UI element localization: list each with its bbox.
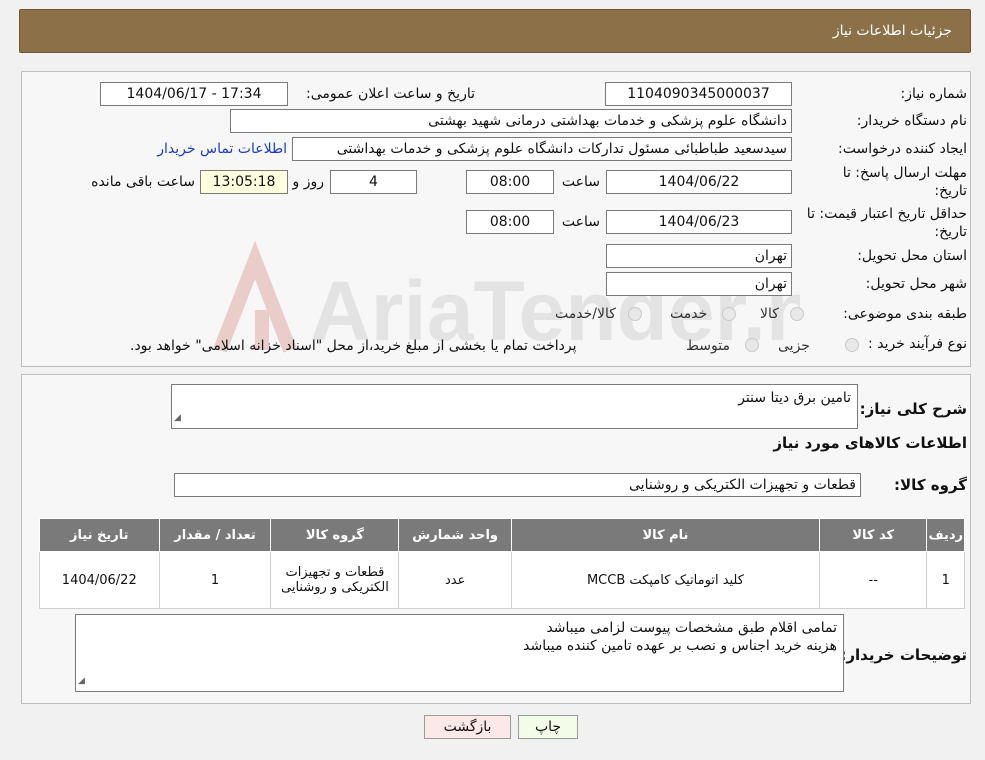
price-validity-time-label: ساعت (561, 214, 600, 230)
col-item-name: نام کالا (510, 518, 821, 552)
goods-info-title: اطلاعات کالاهای مورد نیاز (773, 434, 967, 452)
table-row: 1 -- کلید اتوماتیک کامپکت MCCB عدد قطعات… (39, 551, 965, 609)
category-label: طبقه بندی موضوعی: (843, 306, 967, 322)
cell-unit: عدد (398, 551, 512, 609)
resize-grip-icon[interactable]: ◢ (78, 672, 85, 690)
requester-field: سیدسعید طباطبائی مسئول تدارکات دانشگاه ع… (292, 137, 792, 161)
description-label: شرح کلی نیاز: (859, 400, 967, 418)
cell-row-number: 1 (926, 551, 965, 609)
process-radio-medium[interactable] (745, 338, 759, 352)
cell-quantity: 1 (158, 551, 272, 609)
city-label: شهر محل تحویل: (865, 276, 967, 292)
deadline-label-date: تاریخ: (934, 183, 967, 199)
col-quantity: تعداد / مقدار (158, 518, 272, 552)
price-validity-label: حداقل تاریخ اعتبار قیمت: تا (806, 206, 967, 222)
table-header-row: ردیف کد کالا نام کالا واحد شمارش گروه کا… (39, 518, 965, 552)
col-item-group: گروه کالا (270, 518, 400, 552)
remaining-time-label: ساعت باقی مانده (91, 174, 195, 190)
back-button[interactable]: بازگشت (424, 715, 511, 739)
category-option-goods-service: کالا/خدمت (555, 306, 616, 322)
deadline-time-label: ساعت (561, 174, 600, 190)
price-validity-time-field: 08:00 (466, 210, 554, 234)
cell-item-group: قطعات و تجهیزات الکتریکی و روشنایی (270, 551, 400, 609)
province-label: استان محل تحویل: (857, 248, 967, 264)
need-number-field: 1104090345000037 (605, 82, 792, 106)
buyer-contact-link[interactable]: اطلاعات تماس خریدار (157, 141, 287, 157)
treasury-payment-note: پرداخت تمام یا بخشی از مبلغ خرید،از محل … (130, 338, 577, 354)
goods-group-label: گروه کالا: (894, 476, 967, 494)
process-option-medium: متوسط (686, 338, 730, 354)
goods-group-field: قطعات و تجهیزات الکتریکی و روشنایی (174, 473, 861, 497)
category-radio-service[interactable] (722, 307, 736, 321)
description-field: تامین برق دیتا سنتر ◢ (171, 384, 858, 429)
city-field: تهران (606, 272, 792, 296)
resize-grip-icon[interactable]: ◢ (174, 409, 181, 427)
deadline-label: مهلت ارسال پاسخ: تا (842, 165, 967, 181)
process-radio-minor[interactable] (845, 338, 859, 352)
cell-item-name: کلید اتوماتیک کامپکت MCCB (510, 551, 821, 609)
days-remaining-field: 4 (330, 170, 417, 194)
category-radio-goods-service[interactable] (628, 307, 642, 321)
buyer-notes-line-2: هزینه خرید اجناس و نصب بر عهده تامین کنن… (523, 638, 837, 654)
print-button[interactable]: چاپ (518, 715, 578, 739)
category-radio-goods[interactable] (790, 307, 804, 321)
page-header: جزئیات اطلاعات نیاز (19, 9, 971, 53)
province-field: تهران (606, 244, 792, 268)
requester-label: ایجاد کننده درخواست: (838, 141, 967, 157)
deadline-time-field: 08:00 (466, 170, 554, 194)
col-unit: واحد شمارش (398, 518, 512, 552)
price-validity-label-date: تاریخ: (934, 224, 967, 240)
description-text: تامین برق دیتا سنتر (738, 390, 851, 406)
cell-item-code: -- (818, 551, 928, 609)
col-item-code: کد کالا (818, 518, 928, 552)
remaining-time-field: 13:05:18 (200, 170, 288, 194)
deadline-date-field: 1404/06/22 (606, 170, 792, 194)
process-type-label: نوع فرآیند خرید : (868, 336, 967, 352)
col-row-number: ردیف (926, 518, 965, 552)
days-label: روز و (292, 174, 325, 190)
buyer-notes-line-1: تمامی اقلام طبق مشخصات پیوست لزامی میباش… (546, 620, 837, 636)
buyer-notes-label: توضیحات خریدار: (840, 646, 967, 664)
col-need-date: تاریخ نیاز (39, 518, 160, 552)
buyer-org-field: دانشگاه علوم پزشکی و خدمات بهداشتی درمان… (230, 109, 792, 133)
need-number-label: شماره نیاز: (900, 86, 968, 102)
buyer-org-label: نام دستگاه خریدار: (856, 113, 967, 129)
price-validity-date-field: 1404/06/23 (606, 210, 792, 234)
announce-datetime-label: تاریخ و ساعت اعلان عمومی: (306, 86, 475, 102)
process-option-minor: جزیی (778, 338, 810, 354)
page-title: جزئیات اطلاعات نیاز (832, 23, 952, 39)
announce-datetime-field: 1404/06/17 - 17:34 (100, 82, 288, 106)
category-option-goods: کالا (760, 306, 779, 322)
category-option-service: خدمت (670, 306, 708, 322)
buyer-notes-field: تمامی اقلام طبق مشخصات پیوست لزامی میباش… (75, 614, 844, 692)
cell-need-date: 1404/06/22 (39, 551, 160, 609)
goods-table: ردیف کد کالا نام کالا واحد شمارش گروه کا… (39, 518, 965, 609)
